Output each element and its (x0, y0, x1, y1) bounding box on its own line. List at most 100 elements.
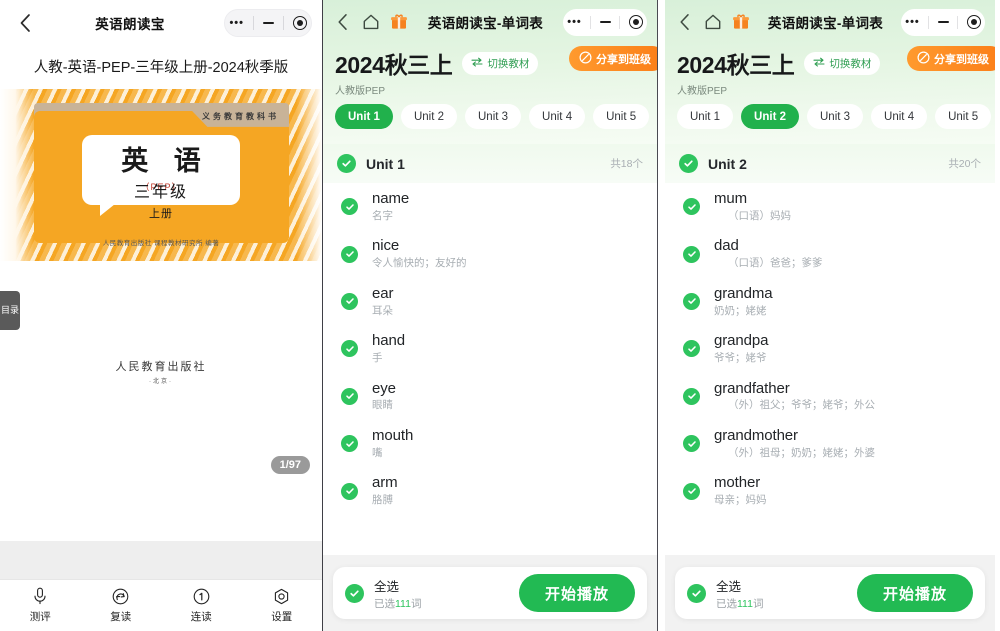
page-title: 英语朗读宝-单词表 (427, 16, 544, 31)
word-english: ear (372, 284, 394, 302)
word-chinese: （口语）妈妈 (728, 209, 791, 222)
page-title: 英语朗读宝-单词表 (767, 16, 884, 31)
word-english: name (372, 190, 410, 207)
unit-tab-1[interactable]: Unit 1 (335, 104, 393, 129)
wechat-capsule[interactable]: ••• (563, 8, 647, 36)
word-english: mother (714, 474, 761, 492)
word-checkbox-checked-icon[interactable] (683, 340, 700, 358)
word-row[interactable]: mother 母亲；妈妈 (665, 467, 995, 514)
word-checkbox-checked-icon[interactable] (683, 245, 700, 263)
word-checkbox-checked-icon[interactable] (683, 387, 700, 405)
word-checkbox-checked-icon[interactable] (341, 245, 358, 263)
home-icon[interactable] (703, 13, 722, 32)
share-to-class-button[interactable]: 分享到班级 (907, 46, 995, 71)
select-all-block[interactable]: 全选 已选111词 (374, 576, 509, 611)
word-checkbox-checked-icon[interactable] (341, 435, 358, 453)
more-icon[interactable]: ••• (229, 17, 244, 29)
cover-card: 义务教育教科书 英 语 （PEP） (34, 103, 289, 243)
minimize-icon[interactable] (937, 21, 949, 23)
catalog-tab[interactable]: 目录 (0, 291, 20, 330)
unit-tab-4[interactable]: Unit 4 (529, 104, 586, 129)
select-all-checkbox-checked-icon[interactable] (345, 583, 364, 603)
word-row[interactable]: mum （口语）妈妈 (665, 183, 995, 230)
word-row[interactable]: grandpa 爷爷；姥爷 (665, 325, 995, 372)
unit-group-header[interactable]: Unit 1 共18个 (323, 144, 657, 183)
chevron-left-icon[interactable] (675, 13, 694, 32)
word-text-column: arm 胳膊 (372, 474, 398, 507)
word-row[interactable]: hand 手 (323, 325, 657, 372)
unit-tab-5[interactable]: Unit 5 (593, 104, 650, 129)
start-play-button[interactable]: 开始播放 (518, 574, 635, 612)
word-row[interactable]: mouth 嘴 (323, 420, 657, 467)
unit-tab-3[interactable]: Unit 3 (465, 104, 522, 129)
close-target-icon[interactable] (292, 16, 307, 30)
unit-tab-5[interactable]: Unit 5 (935, 104, 992, 129)
word-row[interactable]: arm 胳膊 (323, 467, 657, 514)
word-checkbox-checked-icon[interactable] (341, 482, 358, 500)
word-checkbox-checked-icon[interactable] (683, 198, 700, 216)
unit-group-name: Unit 1 (366, 155, 405, 172)
word-row[interactable]: nice 令人愉快的；友好的 (323, 230, 657, 277)
book-title-row: 2024秋三上 切换教材 分享到班级 (665, 44, 995, 80)
word-row[interactable]: dad （口语）爸爸；爹爹 (665, 230, 995, 277)
minimize-icon[interactable] (599, 21, 611, 23)
book-title: 2024秋三上 (677, 52, 795, 78)
close-target-icon[interactable] (966, 15, 981, 29)
unit-tab-3[interactable]: Unit 3 (807, 104, 864, 129)
chevron-left-icon[interactable] (333, 13, 352, 32)
nav-item-settings[interactable]: 设置 (242, 588, 323, 624)
word-row[interactable]: name 名字 (323, 183, 657, 230)
group-checkbox-checked-icon[interactable] (337, 154, 356, 173)
word-text-column: mum （口语）妈妈 (714, 190, 791, 223)
more-icon[interactable]: ••• (905, 16, 920, 28)
swap-arrows-icon (813, 57, 825, 70)
word-row[interactable]: grandmother （外）祖母；奶奶；姥姥；外婆 (665, 420, 995, 467)
capsule-divider (619, 15, 621, 29)
home-icon[interactable] (361, 13, 380, 32)
word-checkbox-checked-icon[interactable] (341, 292, 358, 310)
word-checkbox-checked-icon[interactable] (341, 387, 358, 405)
number-one-icon (193, 588, 210, 605)
unit-tab-1[interactable]: Unit 1 (677, 104, 734, 129)
word-checkbox-checked-icon[interactable] (341, 198, 358, 216)
close-target-icon[interactable] (628, 15, 643, 29)
unit-group-header[interactable]: Unit 2 共20个 (665, 144, 995, 183)
gift-icon[interactable] (389, 13, 408, 32)
chevron-left-icon[interactable] (10, 13, 40, 33)
nav-label: 测评 (29, 611, 51, 623)
word-row[interactable]: eye 眼睛 (323, 373, 657, 420)
minimize-icon[interactable] (262, 22, 274, 24)
word-row[interactable]: grandfather （外）祖父；爷爷；姥爷；外公 (665, 373, 995, 420)
word-checkbox-checked-icon[interactable] (341, 340, 358, 358)
wechat-capsule[interactable]: ••• (901, 8, 985, 36)
word-chinese: 爷爷；姥爷 (714, 351, 767, 364)
unit-group-count: 共20个 (948, 158, 981, 170)
select-all-block[interactable]: 全选 已选111词 (716, 576, 847, 611)
wechat-capsule[interactable]: ••• (224, 9, 312, 37)
word-text-column: dad （口语）爸爸；爹爹 (714, 237, 823, 270)
nav-item-continuous[interactable]: 连读 (161, 588, 242, 624)
group-checkbox-checked-icon[interactable] (679, 154, 698, 173)
switch-textbook-button[interactable]: 切换教材 (804, 51, 881, 75)
word-english: mum (714, 190, 748, 207)
unit-tab-2[interactable]: Unit 2 (400, 104, 457, 129)
selected-count: 111 (737, 597, 753, 610)
gift-icon[interactable] (731, 13, 750, 32)
press-signature: 人民教育出版社 ·北京· (0, 358, 322, 385)
more-icon[interactable]: ••• (567, 16, 582, 28)
share-to-class-button[interactable]: 分享到班级 (569, 46, 657, 71)
start-play-button[interactable]: 开始播放 (856, 574, 973, 612)
word-chinese: 令人愉快的；友好的 (372, 257, 467, 270)
select-all-checkbox-checked-icon[interactable] (687, 583, 706, 603)
word-checkbox-checked-icon[interactable] (683, 435, 700, 453)
word-row[interactable]: grandma 奶奶；姥姥 (665, 278, 995, 325)
word-checkbox-checked-icon[interactable] (683, 482, 700, 500)
switch-textbook-button[interactable]: 切换教材 (462, 51, 539, 75)
word-row[interactable]: ear 耳朵 (323, 278, 657, 325)
unit-tab-2[interactable]: Unit 2 (741, 104, 799, 129)
nav-item-repeat[interactable]: 复读 (81, 588, 162, 624)
word-checkbox-checked-icon[interactable] (683, 292, 700, 310)
unit-tab-4[interactable]: Unit 4 (871, 104, 928, 129)
nav-item-assess[interactable]: 测评 (0, 587, 81, 624)
book-cover-image[interactable]: 义务教育教科书 英 语 （PEP） (0, 89, 322, 261)
